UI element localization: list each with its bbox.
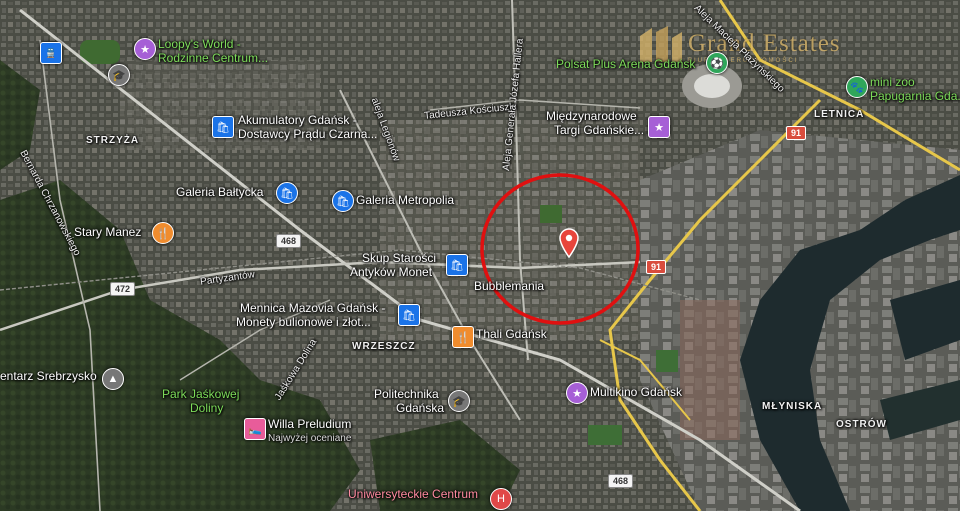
place-name[interactable]: Stary Manez [74, 226, 141, 239]
district-label: STRZYŻA [86, 135, 140, 146]
place-name[interactable]: Mennica Mazovia Gdańsk - [240, 302, 385, 315]
fork-knife-icon[interactable]: 🍴 [452, 326, 474, 348]
district-label: WRZESZCZ [352, 341, 416, 352]
paw-icon[interactable]: 🐾 [846, 76, 868, 98]
district-label: MŁYNISKA [762, 401, 823, 412]
place-subname: Monety bulionowe i złot... [236, 315, 371, 329]
shopping-bag-icon[interactable]: 🛍 [276, 182, 298, 204]
train-station-icon[interactable]: 🚆 [40, 42, 62, 64]
place-subname: Dostawcy Prądu Czarna... [238, 127, 378, 141]
place-name[interactable]: Politechnika [374, 388, 439, 401]
shopping-bag-icon[interactable]: 🛍 [332, 190, 354, 212]
place-name[interactable]: Willa Preludium [268, 418, 351, 431]
road-number-badge: 472 [110, 282, 136, 296]
star-icon[interactable]: ★ [134, 38, 156, 60]
road-number-badge: 91 [646, 260, 667, 274]
fork-knife-icon[interactable]: 🍴 [152, 222, 174, 244]
place-name[interactable]: Galeria Bałtycka [176, 186, 263, 199]
place-name[interactable]: Bubblemania [474, 280, 544, 293]
place-name[interactable]: Akumulatory Gdańsk - [238, 114, 357, 127]
place-name[interactable]: entarz Srebrzysko [0, 370, 97, 383]
district-label: LETNICA [814, 109, 865, 120]
road-number-badge: 91 [786, 126, 807, 140]
shopping-bag-icon[interactable]: 🛍 [446, 254, 468, 276]
place-name[interactable]: Międzynarodowe [546, 110, 637, 123]
school-icon[interactable]: 🎓 [108, 64, 130, 86]
place-subname: Najwyżej oceniane [268, 433, 352, 444]
graduation-cap-icon[interactable]: 🎓 [448, 390, 470, 412]
road-number-badge: 468 [276, 234, 302, 248]
monument-icon[interactable]: ▲ [102, 368, 124, 390]
road-number-badge: 468 [608, 474, 634, 488]
star-icon[interactable]: ★ [648, 116, 670, 138]
shopping-bag-icon[interactable]: 🛍 [398, 304, 420, 326]
place-subname: Papugarnia Gda... [870, 89, 960, 103]
place-name[interactable]: Multikino Gdańsk [590, 386, 682, 399]
bed-icon[interactable]: 🛌 [244, 418, 266, 440]
place-name[interactable]: Skup Starości [362, 252, 436, 265]
place-subname: Gdańska [396, 401, 445, 415]
location-pin-icon[interactable] [558, 228, 580, 258]
place-name[interactable]: Uniwersyteckie Centrum [348, 488, 478, 501]
satellite-map[interactable]: Grand Estates BIURO NIERUCHOMOŚCI STRZYŻ… [0, 0, 960, 511]
star-icon[interactable]: ★ [566, 382, 588, 404]
place-subname: Antyków Monet [350, 265, 433, 279]
place-subname: Targi Gdańskie... [554, 123, 645, 137]
district-label: OSTRÓW [836, 419, 887, 430]
place-name[interactable]: Galeria Metropolia [356, 194, 454, 207]
place-name[interactable]: Thali Gdańsk [476, 328, 547, 341]
shopping-bag-icon[interactable]: 🛍 [212, 116, 234, 138]
place-name[interactable]: Polsat Plus Arena Gdańsk [556, 58, 695, 71]
stadium-icon[interactable]: ⚽ [706, 52, 728, 74]
place-subname: Rodzinne Centrum... [158, 51, 269, 65]
place-name[interactable]: mini zoo [870, 76, 915, 89]
place-subname: Doliny [190, 401, 224, 415]
place-name[interactable]: Loopy's World - [158, 38, 241, 51]
place-name[interactable]: Park Jaśkowej [162, 388, 239, 401]
hospital-icon[interactable]: H [490, 488, 512, 510]
